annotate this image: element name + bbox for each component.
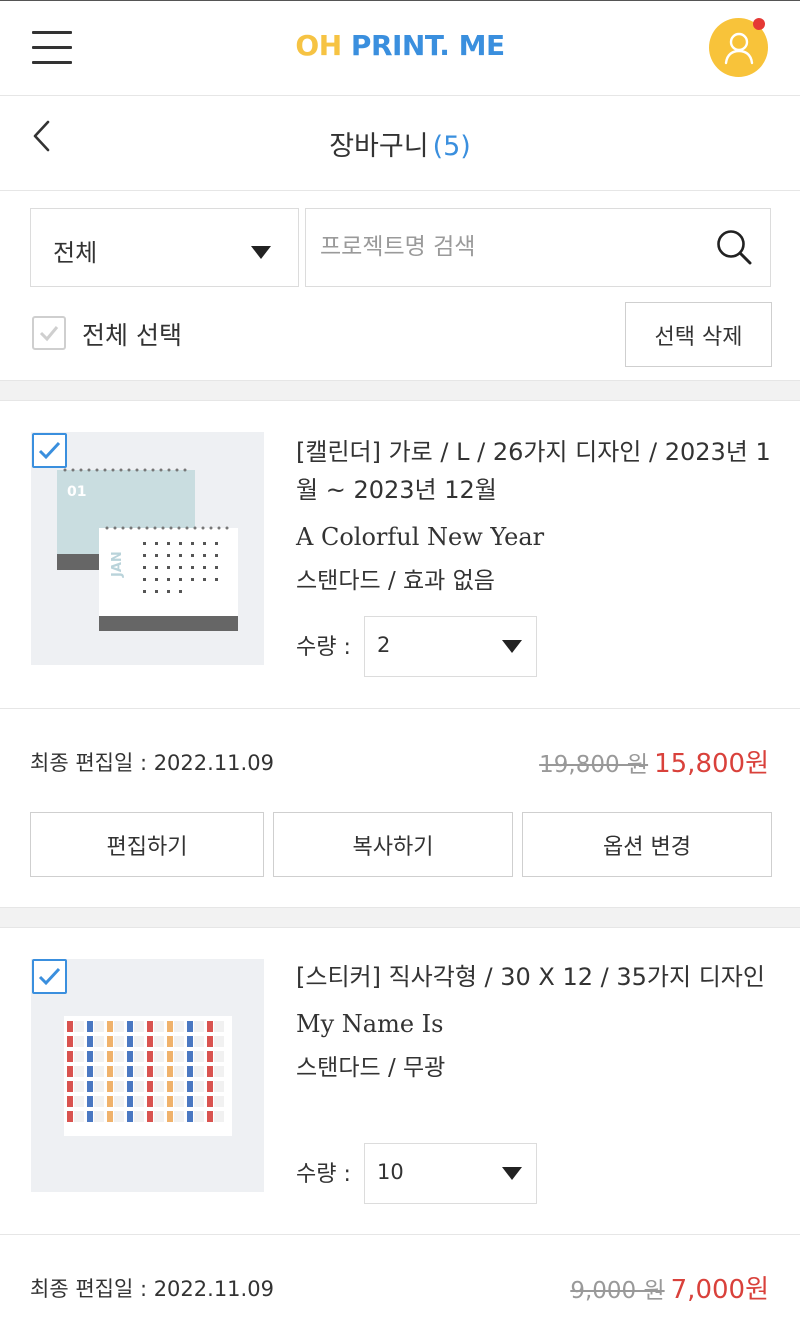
project-name: A Colorful New Year bbox=[296, 523, 545, 551]
page-title-text: 장바구니 bbox=[329, 131, 429, 162]
checkbox[interactable] bbox=[32, 316, 66, 350]
last-edited-date: 최종 편집일 : 2022.11.09 bbox=[30, 1277, 274, 1301]
item-checkbox[interactable] bbox=[32, 959, 67, 994]
last-edited-date: 최종 편집일 : 2022.11.09 bbox=[30, 751, 274, 775]
logo-oh: OH bbox=[295, 29, 342, 62]
quantity-label: 수량 : bbox=[296, 1162, 351, 1187]
caret-down-icon bbox=[251, 246, 271, 259]
cart-item: [스티커] 직사각형 / 30 X 12 / 35가지 디자인 My Name … bbox=[0, 928, 800, 1332]
original-price: 9,000 원 bbox=[570, 1278, 665, 1304]
quantity-label: 수량 : bbox=[296, 635, 351, 660]
category-dropdown[interactable]: 전체 bbox=[30, 208, 299, 287]
cart-count: (5) bbox=[432, 131, 471, 162]
original-price: 19,800 원 bbox=[539, 752, 649, 778]
divider bbox=[0, 708, 800, 709]
product-options: 스탠다드 / 효과 없음 bbox=[296, 568, 495, 594]
divider bbox=[0, 1234, 800, 1235]
final-price: 15,800원 bbox=[654, 749, 769, 779]
price: 19,800 원 15,800원 bbox=[539, 743, 769, 780]
item-checkbox[interactable] bbox=[32, 433, 67, 468]
quantity-dropdown[interactable]: 10 bbox=[364, 1143, 537, 1204]
profile-button[interactable] bbox=[709, 18, 768, 77]
thumb-month-name: JAN bbox=[110, 551, 125, 578]
search-icon[interactable] bbox=[714, 227, 754, 267]
search-box bbox=[305, 208, 771, 287]
item-info: [스티커] 직사각형 / 30 X 12 / 35가지 디자인 My Name … bbox=[296, 958, 776, 1086]
category-selected: 전체 bbox=[53, 239, 98, 267]
site-logo[interactable]: OH PRINT. ME bbox=[0, 29, 800, 62]
check-icon bbox=[38, 967, 61, 986]
quantity-dropdown[interactable]: 2 bbox=[364, 616, 537, 677]
copy-button[interactable]: 복사하기 bbox=[273, 812, 513, 877]
top-navigation-bar: OH PRINT. ME bbox=[0, 0, 800, 96]
section-divider bbox=[0, 380, 800, 401]
caret-down-icon bbox=[502, 640, 522, 653]
price: 9,000 원 7,000원 bbox=[570, 1269, 769, 1306]
page-title: 장바구니 (5) bbox=[0, 124, 800, 163]
product-title: [캘린더] 가로 / L / 26가지 디자인 / 2023년 1월 ~ 202… bbox=[296, 438, 771, 504]
item-info: [캘린더] 가로 / L / 26가지 디자인 / 2023년 1월 ~ 202… bbox=[296, 433, 776, 599]
quantity-value: 10 bbox=[377, 1160, 404, 1184]
page-header: 장바구니 (5) bbox=[0, 96, 800, 191]
thumb-month-number: 01 bbox=[67, 484, 86, 500]
search-input[interactable] bbox=[320, 225, 700, 269]
user-icon bbox=[724, 32, 754, 65]
quantity-value: 2 bbox=[377, 633, 391, 657]
section-divider bbox=[0, 907, 800, 928]
delete-selected-button[interactable]: 선택 삭제 bbox=[625, 302, 772, 367]
notification-dot bbox=[753, 18, 765, 30]
product-title: [스티커] 직사각형 / 30 X 12 / 35가지 디자인 bbox=[296, 963, 765, 991]
project-name: My Name Is bbox=[296, 1010, 444, 1038]
product-thumbnail[interactable] bbox=[31, 959, 264, 1192]
change-options-button[interactable]: 옵션 변경 bbox=[522, 812, 772, 877]
final-price: 7,000원 bbox=[670, 1275, 769, 1305]
caret-down-icon bbox=[502, 1167, 522, 1180]
cart-item: 01 JAN [캘린더] 가로 / L / 26가지 디자인 / 2023년 1… bbox=[0, 401, 800, 908]
edit-button[interactable]: 편집하기 bbox=[30, 812, 264, 877]
product-options: 스탠다드 / 무광 bbox=[296, 1055, 446, 1081]
select-all-label: 전체 선택 bbox=[82, 321, 182, 350]
check-icon bbox=[38, 441, 61, 460]
logo-print-me: PRINT. ME bbox=[350, 29, 505, 62]
check-icon bbox=[39, 326, 59, 342]
sticker-sheet-image bbox=[64, 1016, 232, 1136]
